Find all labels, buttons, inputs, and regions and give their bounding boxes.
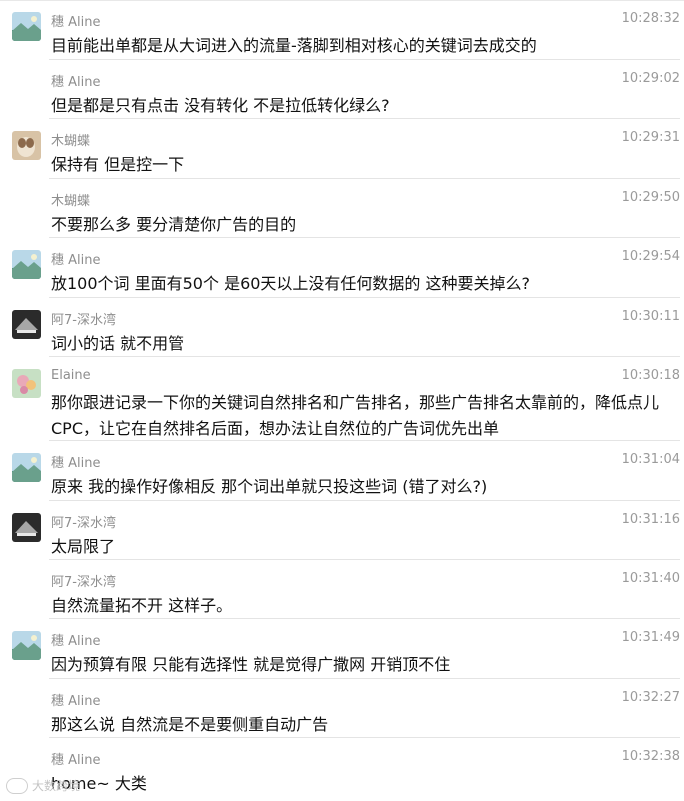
message-item: 阿7-深水湾 10:31:16 太局限了 [0, 501, 684, 560]
message-text: 不要那么多 要分清楚你广告的目的 [51, 215, 297, 234]
avatar[interactable] [12, 310, 41, 339]
message-text: 但是都是只有点击 没有转化 不是拉低转化绿么? [51, 96, 390, 115]
timestamp: 10:31:40 [621, 571, 680, 586]
message-text: 自然流量拓不开 这样子。 [51, 596, 233, 615]
sender-name[interactable]: 木蝴蝶 [51, 130, 90, 149]
watermark: 大数跨境 [6, 777, 80, 794]
timestamp: 10:29:02 [621, 71, 680, 86]
sender-name[interactable]: 阿7-深水湾 [51, 571, 116, 590]
timestamp: 10:29:54 [621, 249, 680, 264]
timestamp: 10:31:49 [621, 630, 680, 645]
sender-name[interactable]: 穗 Aline [51, 71, 101, 90]
message-text: 那这么说 自然流是不是要侧重自动广告 [51, 715, 329, 734]
avatar[interactable] [12, 453, 41, 482]
timestamp: 10:29:31 [621, 130, 680, 145]
avatar[interactable] [12, 131, 41, 160]
timestamp: 10:32:27 [621, 690, 680, 705]
sender-name[interactable]: 穗 Aline [51, 630, 101, 649]
timestamp: 10:31:16 [621, 512, 680, 527]
sender-name[interactable]: 穗 Aline [51, 452, 101, 471]
message-item: 穗 Aline 10:29:02 但是都是只有点击 没有转化 不是拉低转化绿么? [0, 60, 684, 119]
message-item: 阿7-深水湾 10:30:11 词小的话 就不用管 [0, 298, 684, 357]
sender-name[interactable]: 阿7-深水湾 [51, 309, 116, 328]
avatar[interactable] [12, 12, 41, 41]
watermark-logo-icon [6, 777, 28, 794]
sender-name[interactable]: 穗 Aline [51, 249, 101, 268]
message-text: 太局限了 [51, 537, 116, 556]
message-item: 穗 Aline 10:32:38 home~ 大类 [0, 738, 684, 801]
message-item: 穗 Aline 10:32:27 那这么说 自然流是不是要侧重自动广告 [0, 679, 684, 738]
message-item: 木蝴蝶 10:29:31 保持有 但是控一下 [0, 119, 684, 179]
message-text: 目前能出单都是从大词进入的流量-落脚到相对核心的关键词去成交的 [51, 36, 537, 55]
chat-history: 穗 Aline 10:28:32 目前能出单都是从大词进入的流量-落脚到相对核心的关… [0, 0, 684, 801]
message-text: home~ 大类 [51, 774, 147, 793]
sender-name[interactable]: 穗 Aline [51, 749, 101, 768]
avatar[interactable] [12, 250, 41, 279]
timestamp: 10:28:32 [621, 11, 680, 26]
message-text: 因为预算有限 只能有选择性 就是觉得广撒网 开销顶不住 [51, 655, 451, 674]
message-text: 保持有 但是控一下 [51, 155, 185, 174]
sender-name[interactable]: 穗 Aline [51, 11, 101, 30]
message-text: 原来 我的操作好像相反 那个词出单就只投这些词 (错了对么?) [51, 477, 488, 496]
avatar[interactable] [12, 369, 41, 398]
message-item: 木蝴蝶 10:29:50 不要那么多 要分清楚你广告的目的 [0, 179, 684, 238]
sender-name[interactable]: 阿7-深水湾 [51, 512, 116, 531]
avatar[interactable] [12, 631, 41, 660]
sender-name[interactable]: 木蝴蝶 [51, 190, 90, 209]
message-item: 穗 Aline 10:29:54 放100个词 里面有50个 是60天以上没有任何数… [0, 238, 684, 298]
timestamp: 10:30:18 [621, 368, 680, 383]
sender-name[interactable]: Elaine [51, 368, 91, 383]
message-text: 放100个词 里面有50个 是60天以上没有任何数据的 这种要关掉么? [51, 274, 531, 293]
message-item: 穗 Aline 10:28:32 目前能出单都是从大词进入的流量-落脚到相对核心的关… [0, 0, 684, 60]
timestamp: 10:32:38 [621, 749, 680, 764]
message-text: 词小的话 就不用管 [51, 334, 185, 353]
sender-name[interactable]: 穗 Aline [51, 690, 101, 709]
message-item: 穗 Aline 10:31:04 原来 我的操作好像相反 那个词出单就只投这些词 (… [0, 441, 684, 501]
timestamp: 10:31:04 [621, 452, 680, 467]
message-item: 穗 Aline 10:31:49 因为预算有限 只能有选择性 就是觉得广撒网 开销顶… [0, 619, 684, 679]
message-item: Elaine 10:30:18 那你跟进记录一下你的关键词自然排名和广告排名，那些广… [0, 357, 684, 441]
message-text: 那你跟进记录一下你的关键词自然排名和广告排名，那些广告排名太靠前的，降低点儿CP… [51, 393, 660, 438]
timestamp: 10:29:50 [621, 190, 680, 205]
timestamp: 10:30:11 [621, 309, 680, 324]
avatar[interactable] [12, 513, 41, 542]
watermark-text: 大数跨境 [32, 779, 81, 793]
message-item: 阿7-深水湾 10:31:40 自然流量拓不开 这样子。 [0, 560, 684, 619]
